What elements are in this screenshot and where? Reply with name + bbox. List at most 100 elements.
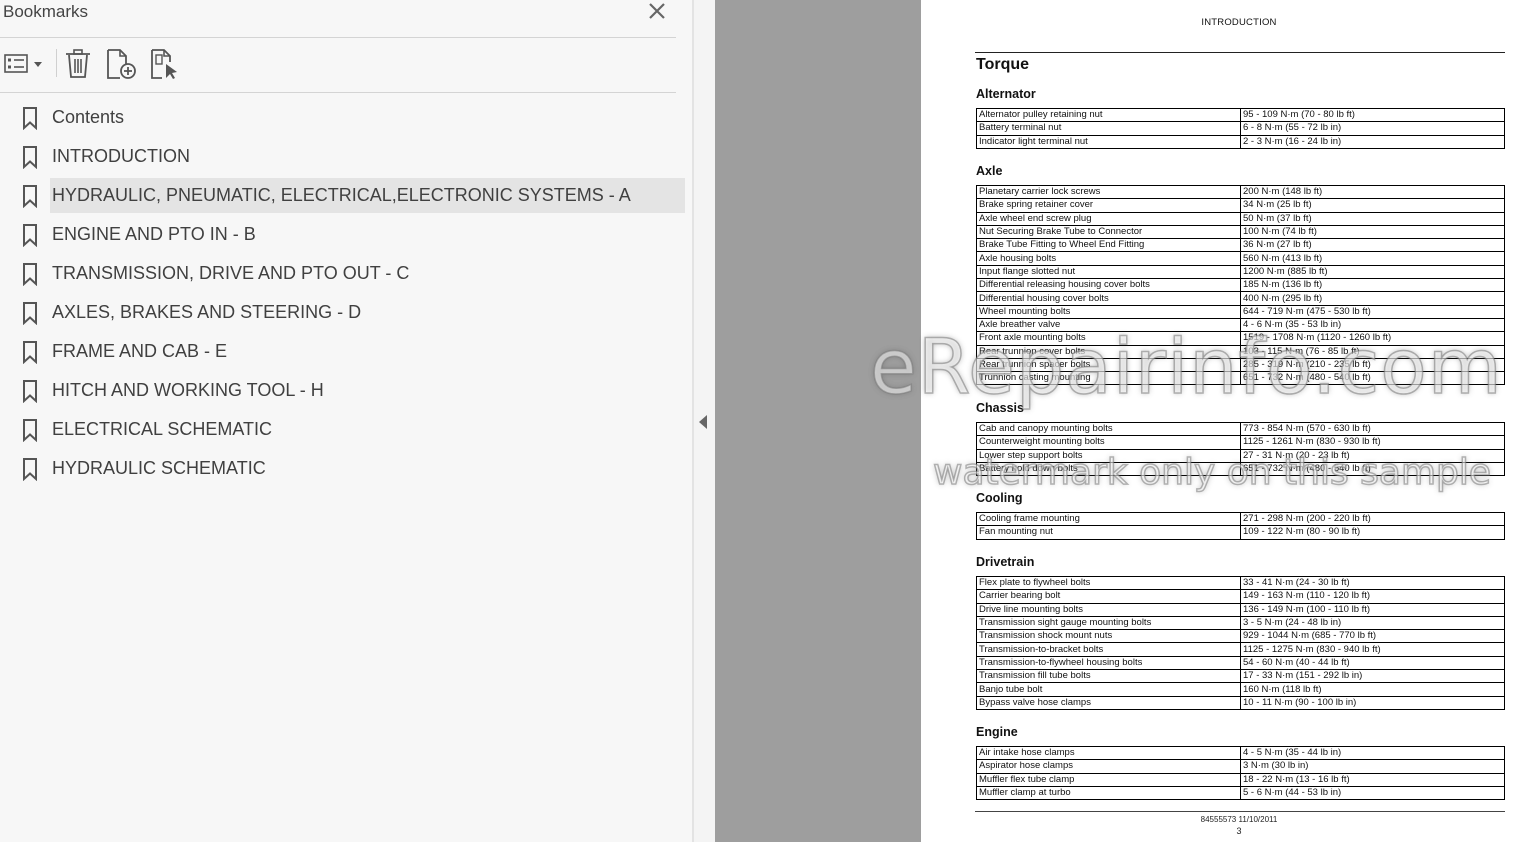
torque-table: Cab and canopy mounting bolts 773 - 854 N… [976, 421, 1505, 477]
component-cell: Cooling frame mounting [976, 511, 1241, 527]
component-cell: Aspirator hose clamps [976, 759, 1241, 774]
torque-value-cell: 95 - 109 N·m (70 - 80 lb ft) [1240, 107, 1505, 123]
component-cell: Banjo tube bolt [976, 682, 1241, 697]
torque-value-cell: 285 - 319 N·m (210 - 235 lb ft) [1240, 357, 1505, 373]
bookmark-item[interactable]: Contents [0, 99, 686, 138]
torque-value-cell: 1125 - 1275 N·m (830 - 940 lb ft) [1240, 642, 1505, 657]
delete-bookmark-button[interactable] [63, 46, 95, 80]
close-icon[interactable] [646, 0, 668, 22]
component-cell: Differential releasing housing cover bol… [976, 278, 1241, 293]
section-heading: Cooling [976, 491, 1023, 505]
bookmark-label: FRAME AND CAB - E [52, 341, 228, 361]
torque-value-cell: 185 N·m (136 lb ft) [1240, 278, 1505, 293]
table-row: Input flange slotted nut 1200 N·m (885 lb… [976, 264, 1505, 280]
component-cell: Transmission shock mount nuts [976, 629, 1241, 644]
table-row: Aspirator hose clamps 3 N·m (30 lb in) [976, 759, 1505, 774]
component-cell: Front axle mounting bolts [976, 331, 1241, 346]
table-row: Rear trunnion cover bolts 103 - 115 N·m (… [976, 344, 1505, 359]
bookmark-item[interactable]: HYDRAULIC SCHEMATIC [0, 450, 686, 489]
torque-value-cell: 109 - 122 N·m (80 - 90 lb ft) [1240, 525, 1505, 540]
bookmark-icon [23, 380, 37, 403]
table-row: Axle housing bolts 560 N·m (413 lb ft) [976, 251, 1505, 266]
table-row: Alternator pulley retaining nut 95 - 109 … [976, 107, 1505, 123]
section-heading: Axle [976, 164, 1003, 178]
component-cell: Battery hold down bolts [976, 461, 1241, 477]
torque-table: Air intake hose clamps 4 - 5 N·m (35 - 44… [976, 745, 1505, 801]
component-cell: Flex plate to flywheel bolts [976, 575, 1241, 591]
table-row: Banjo tube bolt 160 N·m (118 lb ft) [976, 682, 1505, 697]
bookmark-item[interactable]: ELECTRICAL SCHEMATIC [0, 411, 686, 450]
torque-value-cell: 1519 - 1708 N·m (1120 - 1260 lb ft) [1240, 331, 1505, 346]
bookmark-options-button[interactable] [3, 46, 45, 80]
section-heading: Alternator [976, 87, 1036, 101]
torque-value-cell: 103 - 115 N·m (76 - 85 lb ft) [1240, 344, 1505, 359]
table-row: Transmission fill tube bolts 17 - 33 N·m … [976, 669, 1505, 684]
table-row: Transmission sight gauge mounting bolts 3… [976, 615, 1505, 631]
table-row: Differential releasing housing cover bol… [976, 278, 1505, 293]
bookmarks-panel: Bookmarks Contents INTRODUCTION HYDRAULI… [0, 0, 692, 842]
new-bookmark-button[interactable] [104, 46, 140, 80]
torque-value-cell: 400 N·m (295 lb ft) [1240, 291, 1505, 306]
bookmark-label: Contents [52, 107, 125, 127]
table-row: Fan mounting nut 109 - 122 N·m (80 - 90 l… [976, 525, 1505, 540]
torque-value-cell: 136 - 149 N·m (100 - 110 lb ft) [1240, 602, 1505, 617]
table-row: Drive line mounting bolts 136 - 149 N·m (… [976, 602, 1505, 617]
bookmark-item[interactable]: HYDRAULIC, PNEUMATIC, ELECTRICAL,ELECTRO… [0, 177, 686, 216]
table-row: Battery hold down bolts 651 - 732 N·m (48… [976, 461, 1505, 477]
component-cell: Battery terminal nut [976, 121, 1241, 136]
find-current-bookmark-button[interactable] [148, 46, 184, 80]
torque-value-cell: 2 - 3 N·m (16 - 24 lb in) [1240, 134, 1505, 149]
torque-table: Alternator pulley retaining nut 95 - 109 … [976, 107, 1505, 149]
bookmark-item[interactable]: ENGINE AND PTO IN - B [0, 216, 686, 255]
bookmark-item[interactable]: INTRODUCTION [0, 138, 686, 177]
component-cell: Muffler clamp at turbo [976, 785, 1241, 801]
component-cell: Transmission-to-flywheel housing bolts [976, 655, 1241, 671]
collapse-panel-arrow-icon[interactable] [699, 415, 707, 429]
component-cell: Muffler flex tube clamp [976, 772, 1241, 787]
table-row: Transmission-to-flywheel housing bolts 54… [976, 655, 1505, 671]
torque-value-cell: 200 N·m (148 lb ft) [1240, 184, 1505, 200]
bookmark-item[interactable]: TRANSMISSION, DRIVE AND PTO OUT - C [0, 255, 686, 294]
torque-value-cell: 3 - 5 N·m (24 - 48 lb in) [1240, 615, 1505, 631]
torque-value-cell: 50 N·m (37 lb ft) [1240, 211, 1505, 226]
torque-value-cell: 651 - 732 N·m (480 - 540 lb ft) [1240, 371, 1505, 386]
component-cell: Lower step support bolts [976, 448, 1241, 463]
torque-value-cell: 1200 N·m (885 lb ft) [1240, 264, 1505, 280]
torque-value-cell: 644 - 719 N·m (475 - 530 lb ft) [1240, 304, 1505, 319]
document-page: INTRODUCTION Torque Alternator Alternator… [921, 0, 1524, 842]
torque-value-cell: 6 - 8 N·m (55 - 72 lb in) [1240, 121, 1505, 136]
bookmark-icon [23, 224, 37, 247]
table-row: Muffler flex tube clamp 18 - 22 N·m (13 -… [976, 772, 1505, 787]
component-cell: Cab and canopy mounting bolts [976, 421, 1241, 437]
table-row: Front axle mounting bolts 1519 - 1708 N·m… [976, 331, 1505, 346]
component-cell: Wheel mounting bolts [976, 304, 1241, 319]
bookmark-item[interactable]: HITCH AND WORKING TOOL - H [0, 372, 686, 411]
torque-value-cell: 54 - 60 N·m (40 - 44 lb ft) [1240, 655, 1505, 671]
component-cell: Counterweight mounting bolts [976, 435, 1241, 450]
table-row: Indicator light terminal nut 2 - 3 N·m (1… [976, 134, 1505, 149]
bookmark-label: TRANSMISSION, DRIVE AND PTO OUT - C [52, 263, 410, 283]
add-bookmark-icon [107, 49, 136, 79]
table-row: Trunnion casting mounting 651 - 732 N·m (… [976, 371, 1505, 386]
torque-value-cell: 18 - 22 N·m (13 - 16 lb ft) [1240, 772, 1505, 787]
table-row: Planetary carrier lock screws 200 N·m (14… [976, 184, 1505, 200]
torque-value-cell: 27 - 31 N·m (20 - 23 lb ft) [1240, 448, 1505, 463]
component-cell: Brake Tube Fitting to Wheel End Fitting [976, 238, 1241, 253]
component-cell: Differential housing cover bolts [976, 291, 1241, 306]
bookmark-label: AXLES, BRAKES AND STEERING - D [52, 302, 362, 322]
page-header: INTRODUCTION [1201, 17, 1277, 28]
table-row: Transmission-to-bracket bolts 1125 - 1275… [976, 642, 1505, 657]
bookmark-label: ELECTRICAL SCHEMATIC [52, 419, 273, 439]
torque-value-cell: 17 - 33 N·m (151 - 292 lb in) [1240, 669, 1505, 684]
component-cell: Transmission fill tube bolts [976, 669, 1241, 684]
component-cell: Transmission-to-bracket bolts [976, 642, 1241, 657]
bookmark-icon [23, 419, 37, 442]
bookmark-item[interactable]: AXLES, BRAKES AND STEERING - D [0, 294, 686, 333]
torque-value-cell: 36 N·m (27 lb ft) [1240, 238, 1505, 253]
bookmark-item[interactable]: FRAME AND CAB - E [0, 333, 686, 372]
footer-rule [975, 811, 1505, 812]
title-divider [0, 37, 676, 38]
section-heading: Drivetrain [976, 555, 1035, 569]
component-cell: Planetary carrier lock screws [976, 184, 1241, 200]
pdf-reader-window: Bookmarks Contents INTRODUCTION HYDRAULI… [0, 0, 1524, 842]
